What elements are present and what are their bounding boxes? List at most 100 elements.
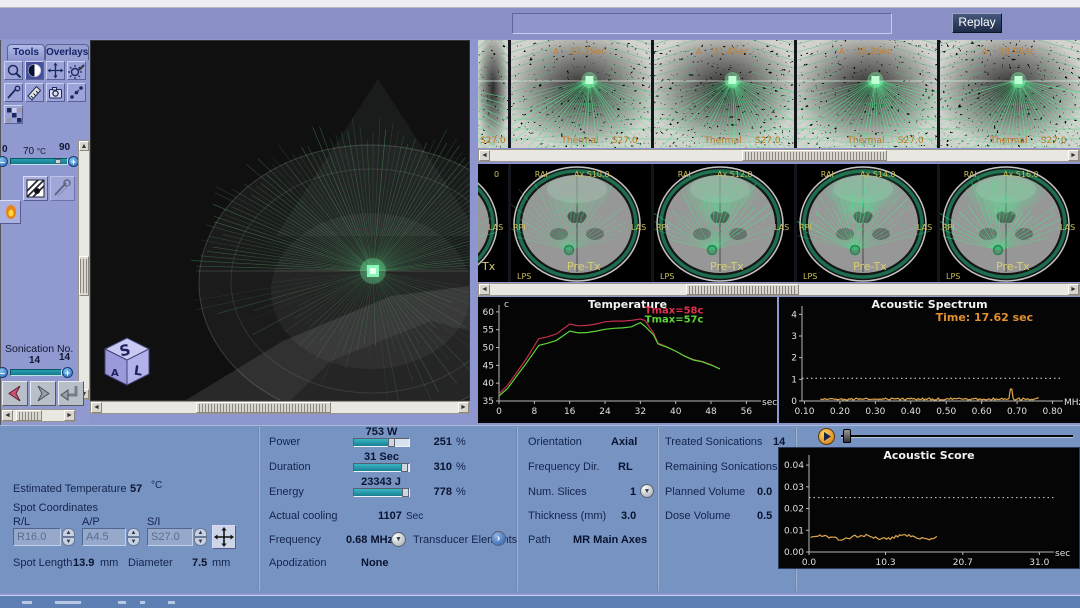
ruler-tool-button[interactable]: [25, 83, 44, 102]
svg-text:sec: sec: [1055, 549, 1070, 559]
points-tool-button[interactable]: [67, 83, 86, 102]
num-slices-value: 1: [630, 486, 636, 498]
num-slices-dropdown[interactable]: ▼: [640, 484, 654, 498]
scroll-left-button[interactable]: ◄: [479, 150, 490, 161]
thermal-tile[interactable]: A27.7SecThermalS27.0: [511, 40, 651, 148]
points-icon: [68, 84, 85, 101]
frequency-value: 0.68 MHz: [346, 534, 393, 546]
temp-scale-max: 90: [59, 142, 70, 153]
3d-treatment-view[interactable]: SLA: [90, 40, 470, 401]
svg-text:16: 16: [564, 407, 576, 417]
svg-text:0.40: 0.40: [901, 407, 921, 417]
scroll-left-button[interactable]: ◄: [2, 410, 13, 421]
grid-tool-button[interactable]: [4, 105, 23, 124]
frequency-dir-value: RL: [618, 461, 633, 473]
svg-text:Thermal: Thermal: [989, 136, 1027, 146]
ap-coordinate-input[interactable]: [82, 528, 126, 546]
thermal-tile[interactable]: S27.0: [478, 40, 508, 148]
acoustic-score-chart: Acoustic Score0.010.320.731.00.000.010.0…: [778, 447, 1080, 569]
svg-text:RPI: RPI: [799, 223, 812, 232]
scroll-up-button[interactable]: ▲: [79, 141, 89, 151]
replay-button[interactable]: Replay: [952, 13, 1002, 33]
mr-tile[interactable]: RAIAx S16.0RPILASPre-TxLPS: [940, 164, 1080, 282]
svg-text:0.04: 0.04: [784, 461, 804, 471]
temp-scale-minus-button[interactable]: –: [0, 156, 8, 167]
play-button[interactable]: [818, 428, 835, 445]
svg-text:35.2Sec: 35.2Sec: [856, 47, 892, 57]
thermal-tile[interactable]: A38.9SecThermalS27.0: [940, 40, 1080, 148]
svg-text:S27.0: S27.0: [480, 136, 506, 146]
tab-tools[interactable]: Tools: [7, 44, 45, 60]
contrast-tool-button[interactable]: [25, 61, 44, 80]
duration-slider[interactable]: [353, 463, 410, 472]
probe-overlay-button[interactable]: [50, 176, 75, 201]
scroll-right-button[interactable]: ►: [1068, 150, 1079, 161]
mr-tile[interactable]: RAIAx S12.0RPILASPre-TxLPS: [654, 164, 794, 282]
scroll-right-button[interactable]: ►: [1068, 284, 1079, 295]
mr-tile[interactable]: RAIAx S10.0RPILASPre-TxLPS: [511, 164, 651, 282]
probe-tool-button[interactable]: [4, 83, 23, 102]
sidebar-vertical-scrollbar[interactable]: ▲ ▼: [78, 140, 90, 400]
scroll-right-button[interactable]: ►: [458, 402, 469, 413]
apodization-label: Apodization: [269, 557, 327, 569]
duration-percent: 310: [424, 461, 452, 473]
mr-strip-scrollbar[interactable]: ◄ ►: [478, 283, 1080, 296]
si-coordinate-input[interactable]: [147, 528, 193, 546]
sonication-minus-button[interactable]: –: [0, 367, 8, 378]
actual-cooling-value: 1107: [378, 510, 402, 522]
camera-tool-button[interactable]: [46, 83, 65, 102]
thermal-strip-scrollbar[interactable]: ◄ ►: [478, 149, 1080, 162]
scroll-left-button[interactable]: ◄: [479, 284, 490, 295]
orientation-label: Orientation: [528, 436, 582, 448]
tab-overlays[interactable]: Overlays: [45, 44, 89, 60]
svg-text:0.80: 0.80: [1042, 407, 1062, 417]
svg-text:1: 1: [791, 375, 797, 385]
pan-tool-button[interactable]: [46, 61, 65, 80]
scroll-thumb[interactable]: [79, 256, 89, 296]
rl-coordinate-input[interactable]: [13, 528, 61, 546]
svg-text:38.9Sec: 38.9Sec: [999, 47, 1035, 57]
scroll-thumb[interactable]: [686, 284, 799, 295]
zoom-tool-button[interactable]: [4, 61, 23, 80]
move-spot-button[interactable]: [212, 525, 236, 549]
rl-spinner[interactable]: ▲▼: [62, 528, 75, 546]
duration-label: Duration: [269, 461, 311, 473]
scroll-thumb[interactable]: [196, 402, 331, 413]
svg-text:Time: 17.62 sec: Time: 17.62 sec: [936, 311, 1034, 324]
3d-view-scrollbar[interactable]: ◄ ►: [90, 401, 470, 414]
diameter-label: Diameter: [128, 557, 173, 569]
thermal-tile[interactable]: A31.4SecThermalS27.0: [654, 40, 794, 148]
frequency-dropdown[interactable]: ▼: [391, 532, 406, 547]
svg-text:0: 0: [494, 170, 499, 179]
svg-text:RAI: RAI: [535, 170, 548, 179]
scroll-right-button[interactable]: ►: [64, 410, 75, 421]
mr-tile[interactable]: 0LASTx: [478, 164, 508, 282]
panel-divider: [657, 427, 659, 591]
mr-image: RAIAx S16.0RPILASPre-TxLPS: [940, 164, 1080, 282]
svg-text:Acoustic Spectrum: Acoustic Spectrum: [871, 298, 987, 311]
playback-slider-track[interactable]: [841, 435, 1073, 438]
sonication-slider[interactable]: [10, 369, 62, 376]
scroll-left-button[interactable]: ◄: [91, 402, 102, 413]
thermal-spot-button[interactable]: [0, 200, 21, 224]
settings-tool-button[interactable]: [67, 61, 86, 80]
next-sonication-button[interactable]: [30, 381, 56, 406]
power-label: Power: [269, 436, 300, 448]
return-button[interactable]: [58, 381, 84, 406]
scroll-thumb[interactable]: [742, 150, 887, 161]
sonication-plus-button[interactable]: +: [62, 367, 73, 378]
temp-scale-slider[interactable]: [10, 158, 68, 165]
sidebar-horizontal-scrollbar[interactable]: ◄ ►: [1, 409, 76, 422]
energy-slider[interactable]: [353, 488, 410, 497]
previous-sonication-button[interactable]: [2, 381, 28, 406]
mr-tile[interactable]: RAIAx S14.0RPILASPre-TxLPS: [797, 164, 937, 282]
hatch-overlay-button[interactable]: [23, 176, 48, 201]
frequency-dir-label: Frequency Dir.: [528, 461, 600, 473]
scroll-thumb[interactable]: [16, 410, 42, 421]
playback-slider-thumb[interactable]: [843, 429, 851, 443]
si-spinner[interactable]: ▲▼: [194, 528, 207, 546]
thermal-tile[interactable]: A35.2SecThermalS27.0: [797, 40, 937, 148]
transducer-elements-button[interactable]: ›: [491, 531, 506, 546]
ap-spinner[interactable]: ▲▼: [127, 528, 140, 546]
power-slider[interactable]: [353, 438, 410, 447]
